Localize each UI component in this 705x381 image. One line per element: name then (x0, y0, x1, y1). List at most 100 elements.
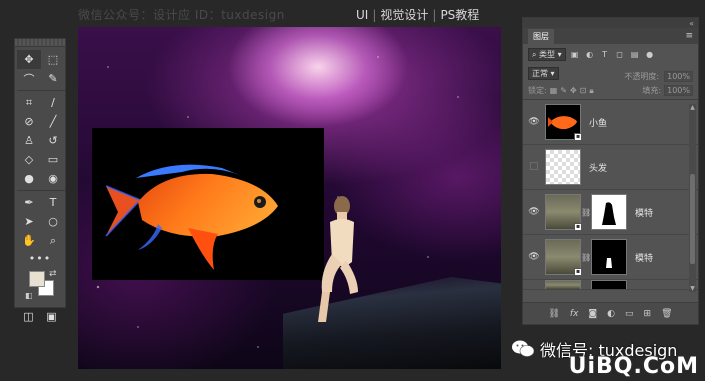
fill-field[interactable]: 100% (664, 85, 693, 96)
layer-mask-thumbnail[interactable] (591, 239, 627, 275)
blur-tool-icon[interactable]: ● (17, 169, 41, 188)
layer-name: 模特 (635, 253, 654, 264)
dodge-tool-icon[interactable]: ◉ (41, 169, 65, 188)
tag-visual-design: 视觉设计 (380, 8, 429, 22)
panel-collapse-icon[interactable]: « (523, 18, 698, 28)
tag-ps-tutorial: PS教程 (440, 8, 480, 22)
panel-grip[interactable] (15, 39, 65, 47)
visibility-eye-icon[interactable]: 👁︎ (523, 252, 545, 262)
filter-toggle-icon[interactable]: ● (644, 48, 656, 60)
visibility-toggle[interactable] (523, 161, 545, 173)
layers-panel: « 图层 ≡ ⌕ 类型 ▾ ▣ ◐ T ◻ ▤ ● 正常 ▾ 不透明度: 100… (522, 17, 699, 325)
lock-pixels-icon[interactable]: ✎ (560, 86, 567, 95)
visibility-eye-icon[interactable]: 👁︎ (523, 207, 545, 217)
ellipse-tool-icon[interactable]: ○ (41, 212, 65, 231)
blend-mode-value: 正常 (532, 68, 548, 78)
tag-ui: UI (356, 8, 369, 22)
more-tools-icon[interactable]: ••• (15, 252, 65, 265)
fx-icon[interactable]: fx (570, 309, 579, 319)
smart-object-badge-icon: ▪ (574, 223, 582, 231)
lock-label: 锁定: (528, 86, 547, 95)
layers-scrollbar[interactable]: ▲ ▼ (689, 104, 696, 292)
scrollbar-thumb[interactable] (690, 174, 695, 264)
lasso-tool-icon[interactable]: ⌒ (17, 69, 41, 88)
opacity-field[interactable]: 100% (664, 70, 693, 82)
lock-position-icon[interactable]: ✥ (570, 86, 577, 95)
layer-thumbnail: ▪ (545, 239, 582, 276)
filter-shape-icon[interactable]: ◻ (614, 48, 626, 60)
healing-brush-tool-icon[interactable]: ⊘ (17, 112, 41, 131)
default-colors-icon[interactable]: ◧ (25, 291, 33, 300)
visibility-eye-icon[interactable]: 👁︎ (523, 117, 545, 127)
fish-illustration (105, 164, 278, 270)
site-tags: UI | 视觉设计 | PS教程 (356, 8, 480, 22)
path-select-tool-icon[interactable]: ➤ (17, 212, 41, 231)
quick-mask-icon[interactable]: ◫ (17, 307, 40, 326)
filter-adjustment-icon[interactable]: ◐ (584, 48, 596, 60)
tools-panel: ✥ ⬚ ⌒ ✎ ⌗ ∕ ⊘ ╱ ♙ ↺ ◇ ▭ ● ◉ ✒ T ➤ ○ ✋ ⌕ … (14, 38, 66, 323)
filter-pixel-icon[interactable]: ▣ (569, 48, 581, 60)
marquee-tool-icon[interactable]: ⬚ (41, 50, 65, 69)
filter-type-icon[interactable]: T (599, 48, 611, 60)
filter-label: 类型 (539, 49, 556, 59)
move-tool-icon[interactable]: ✥ (17, 50, 41, 69)
fish-layer-image (92, 128, 324, 280)
quick-select-tool-icon[interactable]: ✎ (41, 69, 65, 88)
layer-row[interactable]: 👁︎ ▪ ⛓ 模特 (523, 190, 698, 235)
layers-panel-footer: ⛓ fx ◙ ◐ ▭ ⊞ 🗑︎ (523, 302, 698, 324)
gradient-tool-icon[interactable]: ▭ (41, 150, 65, 169)
smart-object-badge-icon: ▪ (574, 133, 582, 141)
crop-tool-icon[interactable]: ⌗ (17, 93, 41, 112)
layer-filter-select[interactable]: ⌕ 类型 ▾ (528, 47, 566, 61)
layer-name: 头发 (589, 163, 608, 174)
eyedropper-tool-icon[interactable]: ∕ (41, 93, 65, 112)
layer-name: 小鱼 (589, 118, 608, 129)
scroll-down-icon[interactable]: ▼ (689, 285, 696, 292)
adjustment-icon[interactable]: ◐ (607, 309, 615, 319)
type-tool-icon[interactable]: T (41, 193, 65, 212)
trash-icon[interactable]: 🗑︎ (661, 309, 672, 319)
layer-row[interactable] (523, 280, 698, 290)
hand-tool-icon[interactable]: ✋ (17, 231, 41, 250)
wechat-icon (512, 340, 534, 357)
new-layer-icon[interactable]: ⊞ (644, 309, 652, 319)
lock-transparent-icon[interactable]: ▦ (550, 86, 558, 95)
mask-icon[interactable]: ◙ (588, 309, 597, 319)
layer-thumbnail (545, 149, 581, 185)
foreground-color-swatch[interactable] (29, 271, 45, 287)
layer-thumbnail: ▪ (545, 194, 582, 231)
brush-tool-icon[interactable]: ╱ (41, 112, 65, 131)
layer-row[interactable]: 👁︎ ▪ ⛓ 模特 (523, 235, 698, 280)
smart-object-badge-icon: ▪ (574, 268, 582, 276)
eraser-tool-icon[interactable]: ◇ (17, 150, 41, 169)
layer-thumbnail: ▪ (545, 104, 582, 141)
lock-artboard-icon[interactable]: ⊡ (580, 86, 587, 95)
history-brush-tool-icon[interactable]: ↺ (41, 131, 65, 150)
panel-menu-icon[interactable]: ≡ (685, 31, 693, 41)
document-canvas[interactable] (78, 27, 501, 369)
mask-link-icon[interactable]: ⛓ (581, 253, 591, 262)
scroll-up-icon[interactable]: ▲ (689, 104, 696, 111)
folder-icon[interactable]: ▭ (625, 309, 634, 319)
layer-row[interactable]: 👁︎ ▪ 小鱼 (523, 100, 698, 145)
layer-mask-thumbnail[interactable] (591, 194, 627, 230)
swap-colors-icon[interactable]: ⇄ (49, 269, 57, 279)
lock-all-icon[interactable]: 🔒︎ (589, 86, 593, 96)
model-figure (318, 196, 358, 322)
zoom-tool-icon[interactable]: ⌕ (41, 231, 65, 250)
layer-name: 模特 (635, 208, 654, 219)
filter-smart-icon[interactable]: ▤ (629, 48, 641, 60)
link-icon[interactable]: ⛓ (548, 309, 559, 319)
screen-mode-icon[interactable]: ▣ (40, 307, 63, 326)
opacity-label: 不透明度: (624, 71, 660, 81)
fill-label: 填充: (642, 86, 662, 95)
uibq-logo: UiBQ.CoM (568, 354, 699, 379)
layer-row[interactable]: 头发 (523, 145, 698, 190)
mask-link-icon[interactable]: ⛓ (581, 208, 591, 217)
watermark-text: 微信公众号：设计应 ID：tuxdesign (78, 8, 285, 22)
color-swatches: ◧ ⇄ (25, 269, 65, 303)
blend-mode-select[interactable]: 正常 ▾ (528, 66, 559, 80)
clone-stamp-tool-icon[interactable]: ♙ (17, 131, 41, 150)
pen-tool-icon[interactable]: ✒ (17, 193, 41, 212)
tab-layers[interactable]: 图层 (528, 28, 554, 44)
